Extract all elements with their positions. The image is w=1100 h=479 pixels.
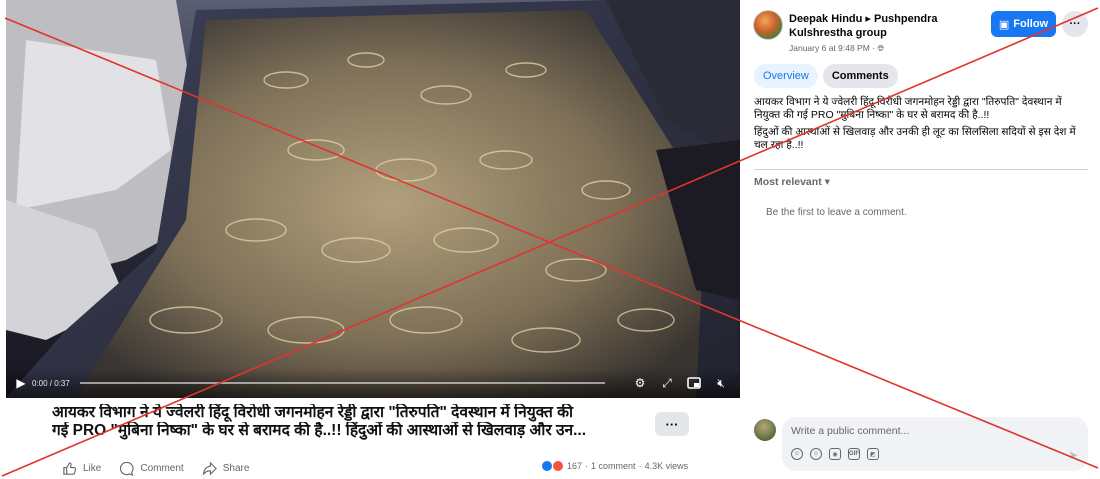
panel-more-button[interactable]: ··· [1062, 11, 1088, 37]
caption-line-2: गई PRO "मुबिना निष्का" के घर से बरामद की… [52, 422, 587, 439]
care-reaction-icon [552, 460, 564, 472]
comment-sort-dropdown[interactable]: Most relevant ▾ [754, 176, 830, 188]
action-bar: Like Comment Share [62, 458, 249, 478]
play-icon[interactable]: ▶ [12, 374, 30, 392]
comment-placeholder: Write a public comment... [791, 425, 910, 437]
miniplayer-icon[interactable] [685, 374, 703, 392]
divider [754, 169, 1088, 170]
comment-label: Comment [140, 462, 184, 474]
author-name[interactable]: Deepak Hindu ▸ Pushpendra Kulshrestha gr… [789, 12, 989, 40]
tab-comments[interactable]: Comments [822, 64, 898, 88]
post-side-panel: Deepak Hindu ▸ Pushpendra Kulshrestha gr… [741, 0, 1100, 479]
comment-button[interactable]: Comment [119, 461, 184, 476]
current-user-avatar [754, 419, 776, 441]
stats-separator: · [638, 461, 642, 471]
video-progress-bar[interactable] [79, 382, 605, 384]
send-icon[interactable]: ➤ [1068, 448, 1078, 462]
share-label: Share [222, 462, 250, 474]
tab-overview[interactable]: Overview [754, 64, 818, 88]
panel-tabs: Overview Comments [754, 64, 898, 88]
follow-icon: ▣ [998, 18, 1010, 31]
video-player[interactable]: ▶ 0:00 / 0:37 ⚙ ⤢ 🔇︎ [6, 0, 740, 398]
camera-icon[interactable]: ◉ [829, 448, 841, 460]
expand-icon[interactable]: ⤢ [658, 374, 676, 392]
video-frame [6, 0, 740, 398]
post-paragraph: आयकर विभाग ने ये ज्वेलरी हिंदू विरोधी जग… [754, 96, 1062, 121]
post-timestamp[interactable]: January 6 at 9:48 PM · [789, 43, 877, 53]
comment-tools: ☺ ☺ ◉ GIF ◩ [791, 448, 879, 460]
sticker-icon[interactable]: ◩ [867, 448, 879, 460]
caption-line-1: आयकर विभाग ने ये ज्वेलरी हिंदू विरोधी जग… [52, 404, 574, 421]
volume-muted-icon[interactable]: 🔇︎ [712, 374, 730, 392]
video-time: 0:00 / 0:37 [32, 378, 70, 388]
post-paragraph: हिंदुओं की आस्थाओं से खिलवाड़ और उनकी ही… [754, 126, 1076, 151]
comment-input[interactable]: Write a public comment... ☺ ☺ ◉ GIF ◩ ➤ [782, 417, 1088, 471]
author-avatar[interactable] [753, 10, 783, 40]
reaction-count[interactable]: 167 [567, 461, 582, 471]
empty-comments-note: Be the first to leave a comment. [766, 207, 907, 218]
post-stats: 167 · 1 comment · 4.3K views [541, 460, 688, 472]
gear-icon[interactable]: ⚙ [631, 374, 649, 392]
view-count: 4.3K views [644, 461, 689, 471]
post-text: आयकर विभाग ने ये ज्वेलरी हिंदू विरोधी जग… [754, 96, 1090, 156]
emoji-icon[interactable]: ☺ [810, 448, 822, 460]
gif-icon[interactable]: GIF [848, 448, 860, 460]
share-button[interactable]: Share [202, 461, 250, 476]
share-icon [202, 461, 217, 475]
thumbs-up-icon [63, 461, 77, 475]
video-controls: ▶ 0:00 / 0:37 ⚙ ⤢ 🔇︎ [6, 368, 740, 398]
like-label: Like [83, 462, 102, 474]
post-meta: January 6 at 9:48 PM · 🌐︎ [789, 43, 884, 54]
follow-label: Follow [1013, 18, 1049, 30]
comment-icon [120, 461, 134, 476]
stats-separator: · [585, 461, 589, 471]
comment-count[interactable]: 1 comment [591, 461, 636, 471]
like-button[interactable]: Like [62, 461, 101, 476]
more-options-button[interactable]: ··· [655, 412, 689, 436]
follow-button[interactable]: ▣ Follow [991, 11, 1056, 37]
globe-icon: 🌐︎ [877, 43, 885, 53]
video-caption: आयकर विभाग ने ये ज्वेलरी हिंदू विरोधी जग… [52, 404, 632, 440]
avatar-sticker-icon[interactable]: ☺ [791, 448, 803, 460]
